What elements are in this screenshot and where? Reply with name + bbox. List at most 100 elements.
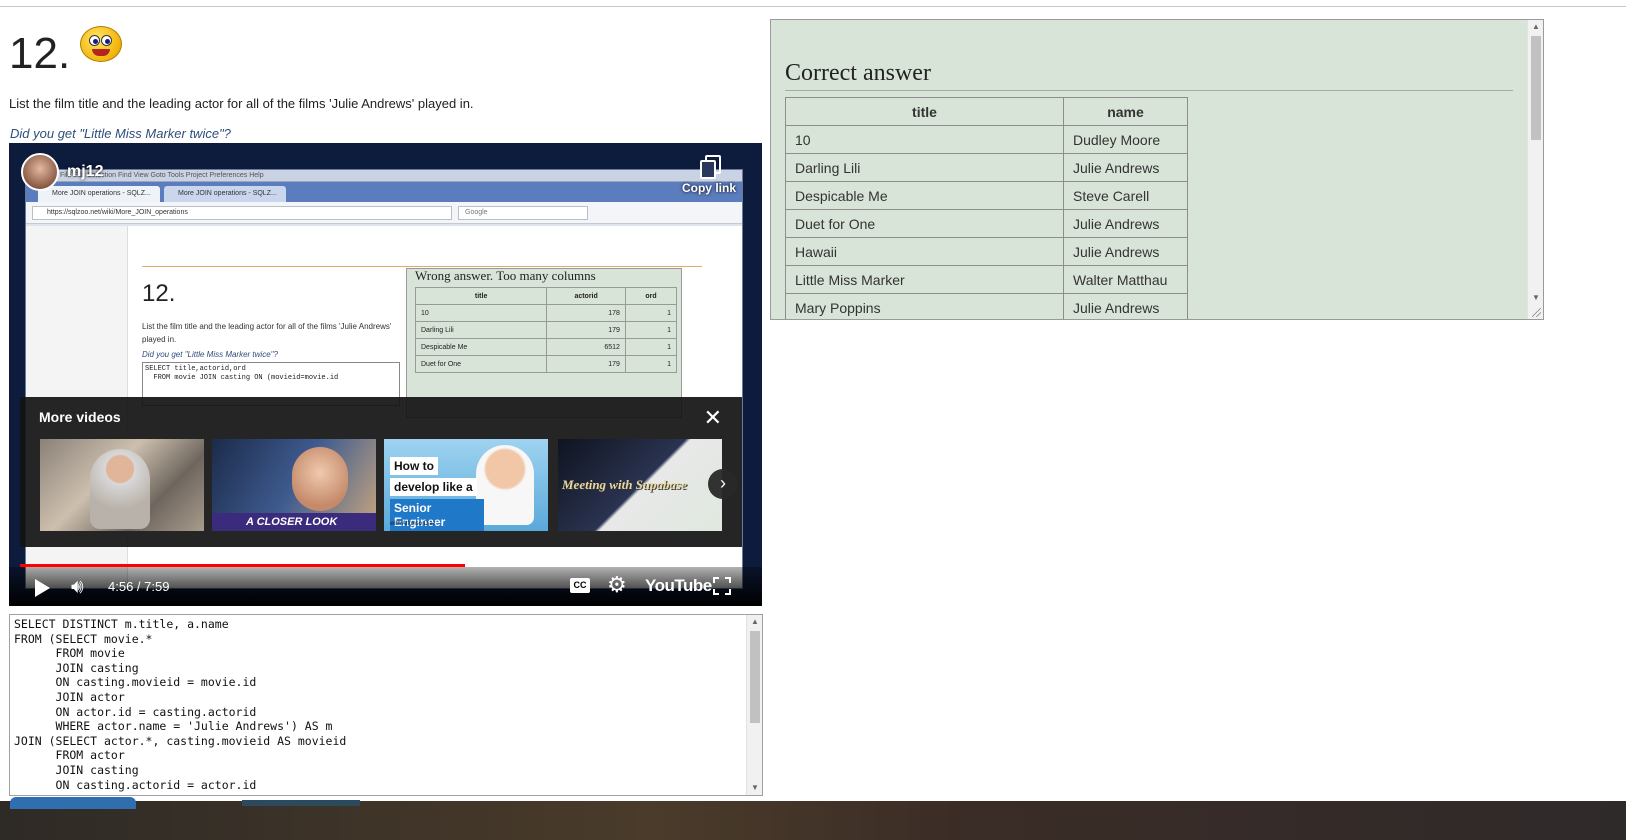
cell: 1 [624,355,678,373]
scroll-up-icon[interactable]: ▲ [747,615,762,629]
close-icon[interactable]: ✕ [704,407,722,429]
play-icon[interactable] [35,579,50,597]
thumbnail-label: develop like a [390,478,477,496]
thumbnail-face [292,447,348,511]
video-thumbnail[interactable]: Meeting with Supabase [558,439,722,531]
scrollbar-thumb[interactable] [1531,36,1541,140]
answer-table: title name 10 Dudley Moore Darling Lili Ju… [785,97,1188,319]
table-row: Little Miss Marker Walter Matthau [785,265,1188,294]
scroll-down-icon[interactable]: ▼ [1528,291,1543,305]
secondary-button[interactable] [242,800,360,806]
thumbnail-face [476,445,534,525]
channel-name[interactable]: mj12 [67,163,103,181]
video-inner-hint: Did you get "Little Miss Marker twice"? [142,350,278,359]
scroll-up-icon[interactable]: ▲ [1528,20,1543,34]
video-player[interactable]: File Edit Selection Find View Goto Tools… [9,143,762,606]
bottom-strip [0,801,1626,840]
video-inner-divider [142,266,702,267]
column-header: actorid [546,287,626,305]
table-row: Despicable Me 6512 1 [414,338,678,356]
cell: Julie Andrews [1063,293,1188,319]
column-header: title [785,97,1064,126]
answer-heading: Correct answer [785,60,931,86]
table-row: 10 Dudley Moore [785,125,1188,154]
chevron-right-icon[interactable]: › [708,469,738,499]
cell: Steve Carell [1063,181,1188,210]
thumbnail-label: Meeting with Supabase [562,477,687,492]
cell: Despicable Me [414,338,548,356]
answer-divider [785,90,1513,91]
scrollbar-thumb[interactable] [750,631,760,723]
video-channel[interactable]: mj12 [21,153,103,191]
video-time: 4:56 / 7:59 [108,579,170,594]
cell: Duet for One [785,209,1064,238]
video-inner-question: List the film title and the leading acto… [142,322,392,344]
top-divider [0,6,1626,7]
cell: 10 [414,304,548,322]
resize-handle[interactable] [1532,308,1541,317]
sql-editor[interactable]: SELECT DISTINCT m.title, a.name FROM (SE… [9,614,763,796]
cell: 179 [546,355,626,373]
video-window-titlebar: File Edit Selection Find View Goto Tools… [26,170,742,182]
video-browser-tab: More JOIN operations - SQLZ... [164,186,286,202]
video-browser-tabs: More JOIN operations - SQLZ... More JOIN… [26,182,742,202]
cell: Walter Matthau [1063,265,1188,294]
more-videos-title: More videos [39,409,121,425]
table-row: Mary Poppins Julie Andrews [785,293,1188,319]
cell: 1 [624,321,678,339]
cell: Dudley Moore [1063,125,1188,154]
cell: 178 [546,304,626,322]
cell: Julie Andrews [1063,209,1188,238]
thumbnail-label: A CLOSER LOOK [212,513,376,531]
video-inner-answer-heading: Wrong answer. Too many columns [415,268,596,283]
submit-button[interactable] [10,797,136,809]
column-header: name [1063,97,1188,126]
thumbnail-text: How to develop like a Senior Engineer [390,457,484,531]
table-row: Hawaii Julie Andrews [785,237,1188,266]
volume-icon[interactable]: 🔊︎ [71,576,84,598]
answer-scrollbar[interactable]: ▲ ▼ [1527,20,1543,319]
video-thumbnail[interactable]: A CLOSER LOOK [212,439,376,531]
table-row: Duet for One 179 1 [414,355,678,373]
column-header: ord [624,287,678,305]
sql-query-text[interactable]: SELECT DISTINCT m.title, a.name FROM (SE… [14,617,346,792]
cell: Julie Andrews [1063,153,1188,182]
smiley-icon [80,26,124,64]
question-hint-link[interactable]: Did you get "Little Miss Marker twice"? [10,126,231,141]
cell: 179 [546,321,626,339]
table-row: 10 178 1 [414,304,678,322]
table-row: Darling Lili Julie Andrews [785,153,1188,182]
more-videos-panel: More videos ✕ A CLOSER LOOK How to devel… [20,397,742,547]
cell: 1 [624,338,678,356]
video-address-bar: https://sqlzoo.net/wiki/More_JOIN_operat… [26,202,742,224]
cell: Julie Andrews [1063,237,1188,266]
cell: Little Miss Marker [785,265,1064,294]
question-text: List the film title and the leading acto… [9,96,474,111]
gear-icon[interactable]: ⚙ [607,573,627,597]
video-inner-number: 12. [142,280,176,307]
copy-icon [700,155,721,179]
scroll-down-icon[interactable]: ▼ [747,781,762,795]
table-row: Despicable Me Steve Carell [785,181,1188,210]
question-header: 12. [9,26,124,76]
cell: 6512 [546,338,626,356]
correct-answer-panel: Correct answer title name 10 Dudley Moore… [770,19,1544,320]
cell: Darling Lili [785,153,1064,182]
cell: Despicable Me [785,181,1064,210]
avatar[interactable] [21,153,59,191]
copy-link-button[interactable]: Copy link [678,155,740,195]
video-url: https://sqlzoo.net/wiki/More_JOIN_operat… [32,205,452,220]
fullscreen-icon[interactable] [713,577,731,595]
cell: Duet for One [414,355,548,373]
video-inner-answer-table: title actorid ord 10 178 1 Darling Lili 179… [414,287,678,373]
video-thumbnail[interactable]: How to develop like a Senior Engineer wi… [384,439,548,531]
captions-icon[interactable]: CC [570,578,590,593]
column-header: title [414,287,548,305]
thumbnail-sublabel: with Alfonso Diaz [390,521,436,527]
sql-editor-scrollbar[interactable]: ▲ ▼ [746,615,762,795]
video-thumbnail[interactable] [40,439,204,531]
table-row: Darling Lili 179 1 [414,321,678,339]
table-row: Duet for One Julie Andrews [785,209,1188,238]
video-search-box: Google [458,205,588,220]
youtube-logo[interactable]: YouTube [645,576,712,596]
